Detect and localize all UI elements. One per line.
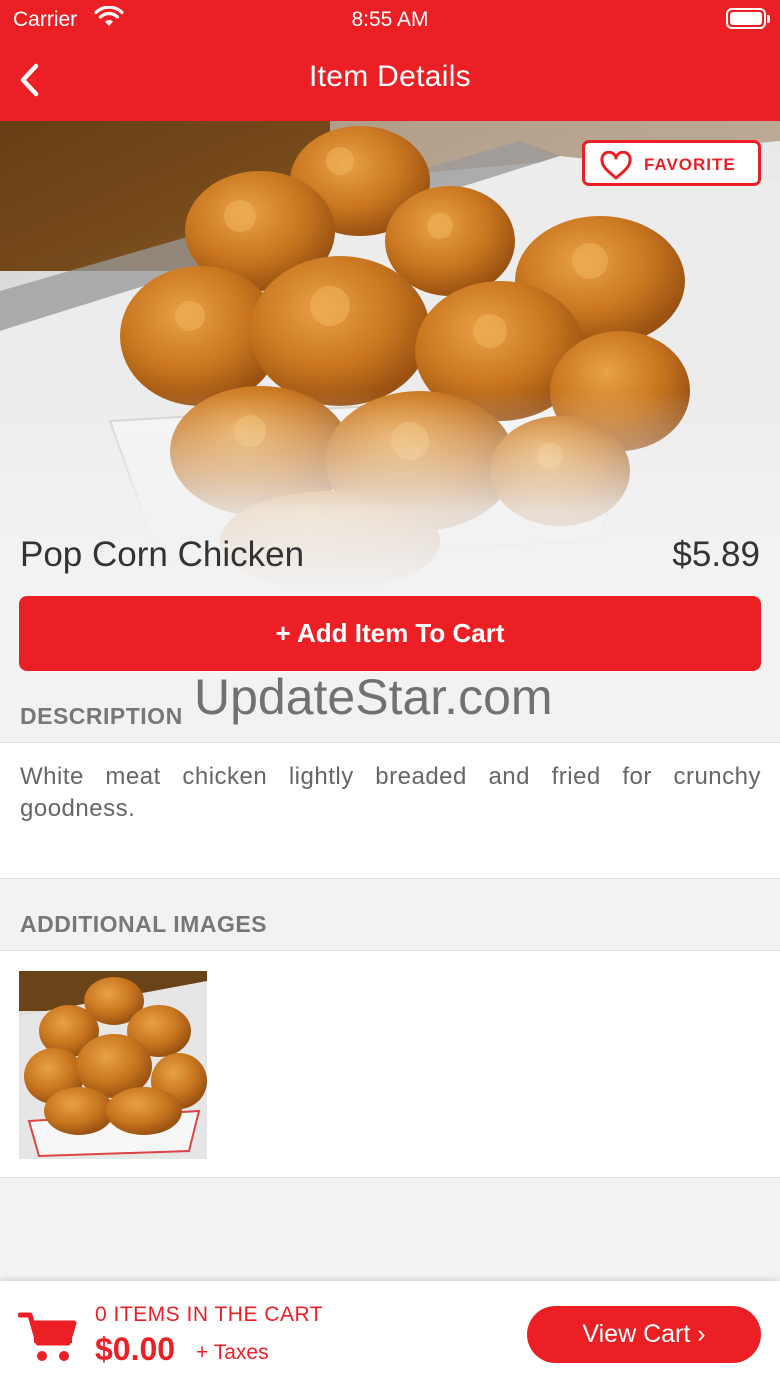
view-cart-button[interactable]: View Cart › [527,1306,761,1363]
favorite-label: FAVORITE [644,155,736,174]
item-price: $5.89 [672,535,760,574]
navigation-bar: Carrier 8:55 AM Item Details [0,0,780,121]
cart-taxes-label: + Taxes [196,1341,269,1364]
additional-image-thumbnail[interactable] [19,971,207,1159]
page-title: Item Details [309,60,471,93]
add-to-cart-button[interactable]: + Add Item To Cart [19,596,761,671]
status-time: 8:55 AM [351,8,429,31]
watermark: UpdateStar.com [194,669,553,725]
status-bar: Carrier 8:55 AM [0,0,780,40]
description-heading: DESCRIPTION [20,703,183,729]
item-name: Pop Corn Chicken [20,535,305,574]
shopping-cart-icon [17,1311,78,1368]
heart-icon [600,151,632,180]
popcorn-chicken-thumbnail [19,971,207,1159]
cart-summary-bar: 0 ITEMS IN THE CART $0.00 + Taxes View C… [0,1281,780,1387]
description-text: White meat chicken lightly breaded and f… [20,763,761,822]
battery-icon [726,8,770,29]
cart-total: $0.00 [95,1331,176,1367]
item-hero-image [0,121,780,591]
cart-item-count: 0 ITEMS IN THE CART [95,1303,324,1326]
additional-images-heading: ADDITIONAL IMAGES [20,911,268,937]
favorite-button[interactable]: FAVORITE [582,140,761,186]
description-panel: White meat chicken lightly breaded and f… [0,742,780,879]
additional-images-panel [0,950,780,1178]
